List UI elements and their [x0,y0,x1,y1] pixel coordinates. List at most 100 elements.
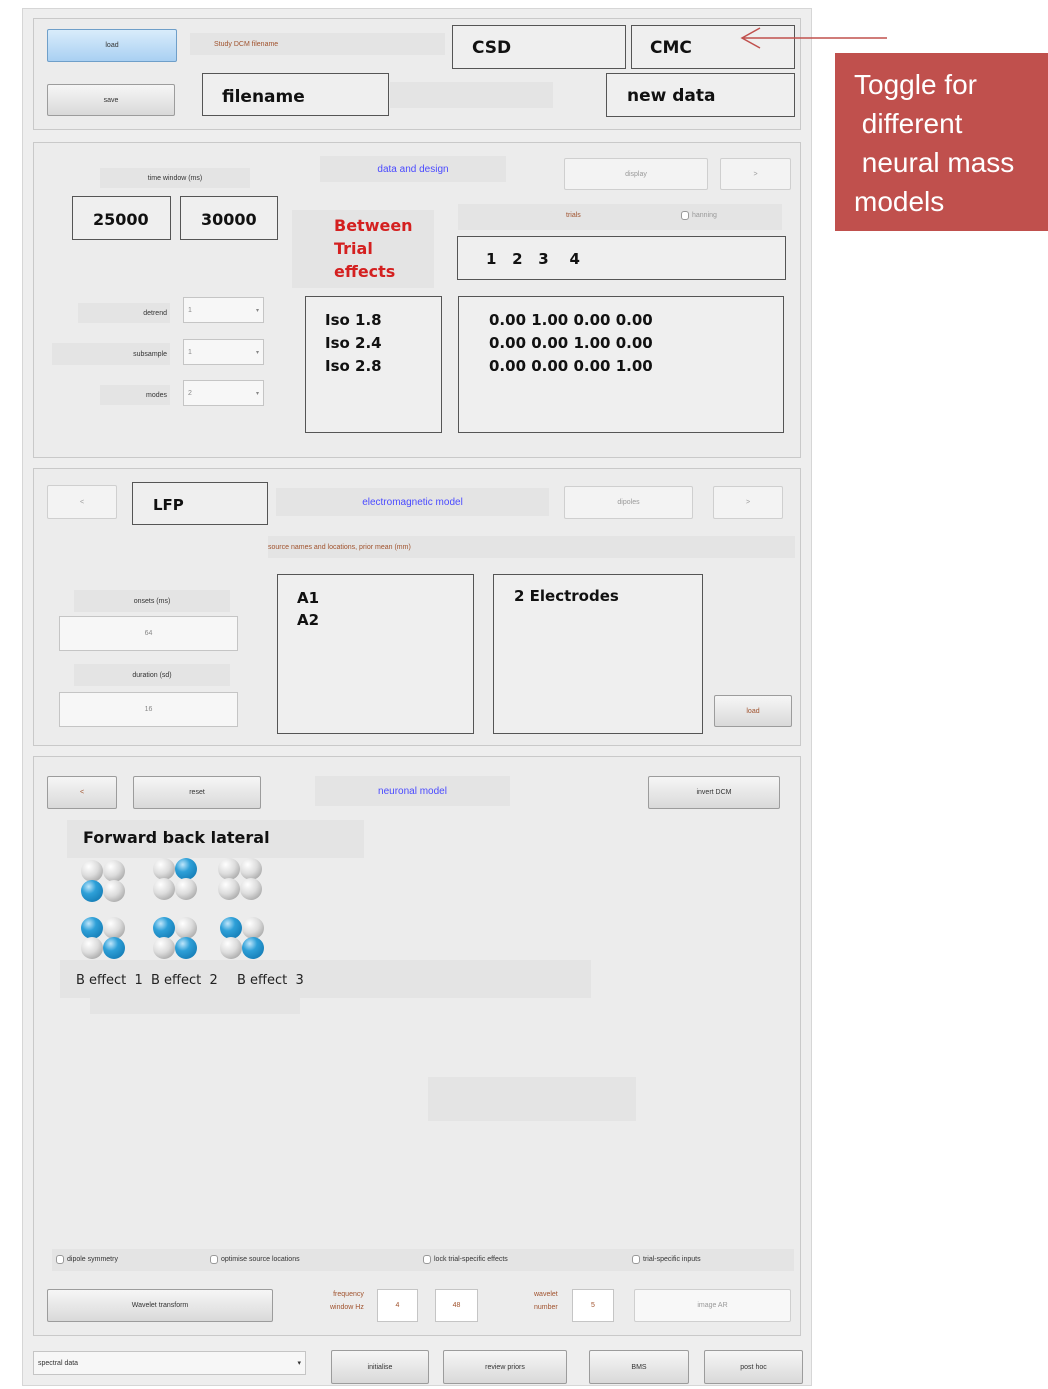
duration-field[interactable]: 16 [59,692,238,727]
save-button[interactable]: save [47,84,175,116]
em-model-title: electromagnetic model [276,488,549,516]
onsets-field[interactable]: 64 [59,616,238,651]
study-label: Study DCM filename [190,33,445,55]
modes-label: modes [100,385,170,405]
detrend-label: detrend [78,303,170,323]
wavelet-number-field[interactable]: 5 [572,1289,614,1322]
electrodes-list[interactable]: 2 Electrodes [493,574,703,734]
bms-button[interactable]: BMS [589,1350,689,1384]
dipoles-button[interactable]: dipoles [564,486,693,519]
subsample-value: 1 [188,348,192,356]
annotation-line: neural mass [854,147,1015,178]
spectral-data-value: spectral data [38,1359,79,1367]
lock-trial-checkbox[interactable]: lock trial-specific effects [423,1255,508,1264]
spectral-data-select[interactable]: spectral data ▾ [33,1351,306,1375]
time-start-field[interactable]: 25000 [72,196,171,240]
trials-field[interactable]: 1 2 3 4 [457,236,786,280]
chevron-down-icon: ▾ [255,349,259,356]
lock-trial-label: lock trial-specific effects [434,1256,508,1263]
model-type-field[interactable]: LFP [132,482,268,525]
filename-field[interactable]: filename [202,73,389,116]
effect-names-list[interactable]: Iso 1.8 Iso 2.4 Iso 2.8 [305,296,442,433]
connection-matrix-icon[interactable] [216,856,266,904]
between-trial-line: Trial [334,239,373,258]
checkbox-icon [56,1255,64,1264]
detrend-value: 1 [188,306,192,314]
between-trial-line: effects [334,262,396,281]
load-locations-button[interactable]: load [714,695,792,727]
frequency-label-line: window Hz [330,1304,364,1311]
optimise-source-label: optimise source locations [221,1256,300,1263]
wavelet-number-line: wavelet [534,1291,558,1298]
time-window-label: time window (ms) [100,168,250,188]
dipole-symmetry-checkbox[interactable]: dipole symmetry [56,1255,118,1264]
trials-label: trials [566,212,581,219]
optimise-source-checkbox[interactable]: optimise source locations [210,1255,300,1264]
next-button[interactable]: > [720,158,791,190]
prev-button[interactable]: < [47,485,117,519]
between-trial-label: Between Trial effects [334,214,413,283]
connection-matrix-icon[interactable] [151,915,201,963]
reset-button[interactable]: reset [133,776,261,809]
matrix-row: 0.00 0.00 0.00 1.00 [489,357,653,375]
filename-extension [390,82,553,108]
effect-name: Iso 1.8 [325,311,382,329]
chevron-down-icon: ▾ [255,390,259,397]
initialise-button[interactable]: initialise [331,1350,429,1384]
hanning-checkbox[interactable]: hanning [681,211,717,220]
source-names-list[interactable]: A1 A2 [277,574,474,734]
source-name: A2 [297,611,320,629]
wavelet-number-line: number [534,1304,558,1311]
checkbox-icon [423,1255,431,1264]
matrix-row: 0.00 1.00 0.00 0.00 [489,311,653,329]
frequency-label-line: frequency [333,1291,364,1298]
subsample-label: subsample [52,343,170,365]
connection-matrix-icon[interactable] [79,915,129,963]
source-names-label: source names and locations, prior mean (… [268,536,795,558]
effect-labels-extension [90,998,300,1014]
duration-label: duration (sd) [74,664,230,686]
detrend-select[interactable]: 1 ▾ [183,297,264,323]
time-end-field[interactable]: 30000 [180,196,278,240]
dipole-symmetry-label: dipole symmetry [67,1256,118,1263]
effect-matrix[interactable]: 0.00 1.00 0.00 0.00 0.00 0.00 1.00 0.00 … [458,296,784,433]
frequency-high-field[interactable]: 48 [435,1289,478,1322]
effect-label: B effect 1 [76,973,143,988]
empty-area [428,1077,636,1121]
matrix-row: 0.00 0.00 1.00 0.00 [489,334,653,352]
hanning-label: hanning [692,212,717,219]
next-button[interactable]: > [713,486,783,519]
neuronal-model-title: neuronal model [315,776,510,806]
trial-inputs-checkbox[interactable]: trial-specific inputs [632,1255,701,1264]
prev-button[interactable]: < [47,776,117,809]
frequency-low-field[interactable]: 4 [377,1289,418,1322]
wavelet-transform-button[interactable]: Wavelet transform [47,1289,273,1322]
annotation-line: models [854,186,945,217]
effect-name: Iso 2.4 [325,334,382,352]
connection-matrix-icon[interactable] [79,858,129,906]
wavelet-number-label: wavelet number [534,1288,558,1314]
modes-select[interactable]: 2 ▾ [183,380,264,406]
data-design-title: data and design [320,156,506,182]
checkbox-icon [632,1255,640,1264]
connection-matrix-icon[interactable] [218,915,268,963]
checkbox-icon [681,211,689,220]
chevron-down-icon: ▾ [297,1360,301,1367]
review-priors-button[interactable]: review priors [443,1350,567,1384]
invert-dcm-button[interactable]: invert DCM [648,776,780,809]
post-hoc-button[interactable]: post hoc [704,1350,803,1384]
annotation-line: Toggle for [854,69,977,100]
annotation-callout: Toggle for different neural mass models [835,53,1048,231]
subsample-select[interactable]: 1 ▾ [183,339,264,365]
between-trial-line: Between [334,216,413,235]
csd-toggle[interactable]: CSD [452,25,626,69]
load-button[interactable]: load [47,29,177,62]
new-data-button[interactable]: new data [606,73,795,117]
checkbox-icon [210,1255,218,1264]
display-button[interactable]: display [564,158,708,190]
onsets-label: onsets (ms) [74,590,230,612]
annotation-line: different [854,108,963,139]
source-name: A1 [297,589,320,607]
image-ar-button[interactable]: image AR [634,1289,791,1322]
connection-matrix-icon[interactable] [151,856,201,904]
